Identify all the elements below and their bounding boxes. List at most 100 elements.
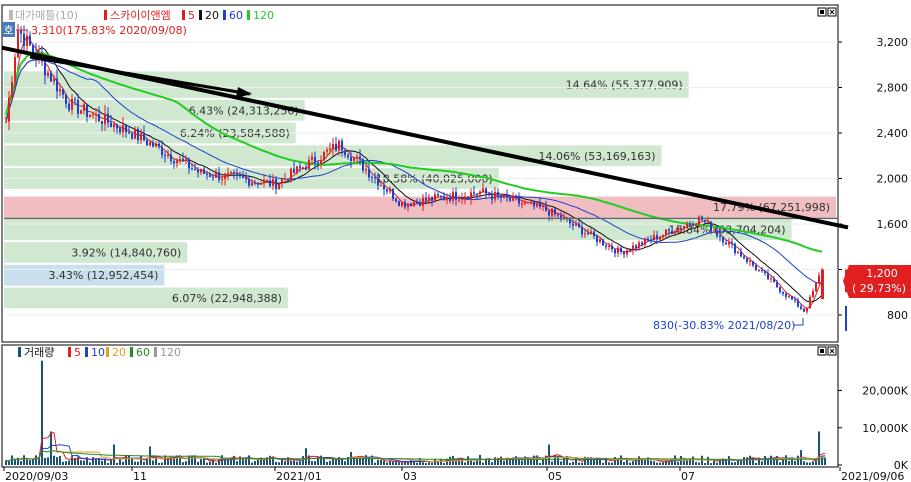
candle-body [671, 230, 673, 234]
volume-legend-ma5: 5 [74, 346, 81, 359]
candle-body [230, 172, 232, 174]
candle-body [683, 226, 685, 229]
candle-body [707, 221, 709, 223]
volume-bar [5, 460, 7, 465]
candle-body [569, 219, 571, 224]
candle-body [74, 98, 76, 100]
volume-bar [686, 460, 688, 465]
volume-profile: 14.64% (55,377,909)6.43% (24,313,256)6.2… [4, 71, 836, 309]
volume-bar [593, 459, 595, 465]
candle-body [215, 172, 217, 178]
candle-body [590, 231, 592, 235]
candle-body [473, 192, 475, 194]
volume-bar [386, 462, 388, 465]
candle-body [20, 30, 22, 34]
candle-body [62, 89, 64, 95]
candle-body [491, 195, 493, 200]
volume-bar [200, 459, 202, 465]
volume-bar [731, 462, 733, 465]
volume-bar [98, 458, 100, 465]
candle-body [512, 196, 514, 201]
candle-body [266, 180, 268, 182]
candle-body [275, 178, 277, 190]
price-panel-maximize-button[interactable] [817, 7, 827, 17]
candle-body [794, 299, 796, 301]
volume-bar [653, 461, 655, 465]
candle-body [404, 202, 406, 208]
volume-bar [71, 456, 73, 465]
candle-body [56, 78, 58, 92]
volume-bar [257, 459, 259, 465]
price-panel-close-button[interactable] [827, 7, 837, 17]
volume-bars [5, 360, 826, 465]
candle-body [662, 234, 664, 237]
candle-body [257, 182, 259, 185]
volume-bar [623, 462, 625, 465]
candle-body [752, 261, 754, 266]
candle-body [533, 201, 535, 207]
volume-bar [578, 462, 580, 465]
candle-body [416, 201, 418, 203]
candle-body [725, 242, 727, 245]
volume-bar [23, 455, 25, 465]
volume-legend-title: 거래량 [24, 346, 54, 359]
volume-bar [89, 462, 91, 465]
date-axis-label: 05 [548, 470, 562, 482]
volume-bar [755, 462, 757, 465]
candle-body [461, 198, 463, 200]
volume-bar [182, 462, 184, 465]
candle-body [422, 197, 424, 206]
candle-body [530, 201, 532, 203]
candle-body [593, 231, 595, 237]
candle-body [173, 160, 175, 164]
candle-body [116, 124, 118, 129]
candle-body [779, 287, 781, 292]
candle-body [383, 185, 385, 190]
candle-body [509, 197, 511, 201]
candle-body [674, 231, 676, 234]
candle-body [389, 188, 391, 192]
price-axis-label: 800 [887, 309, 908, 322]
candle-body [584, 233, 586, 235]
volume-panel-maximize-button[interactable] [817, 346, 827, 356]
candle-body [365, 169, 367, 171]
candle-body [467, 196, 469, 199]
volume-bar [794, 460, 796, 465]
volume-bar [137, 461, 139, 465]
candle-body [236, 173, 238, 175]
candle-body [107, 113, 109, 123]
volume-bar [677, 461, 679, 465]
volume-bar [698, 462, 700, 465]
volume-bar [164, 455, 166, 465]
candle-body [248, 179, 250, 186]
candle-body [755, 265, 757, 270]
volume-legend: 거래량 5 10 20 60 120 [18, 346, 181, 359]
candle-body [644, 238, 646, 245]
volume-legend-ma10: 10 [91, 346, 105, 359]
volume-bar [515, 456, 517, 465]
volume-bar [131, 458, 133, 465]
candle-body [596, 236, 598, 243]
candle-body [407, 203, 409, 208]
date-axis-label: 11 [133, 470, 147, 482]
price-axis-label: 2,800 [877, 82, 909, 95]
candle-body [740, 251, 742, 257]
candle-body [167, 154, 169, 156]
volume-bar [215, 462, 217, 465]
volume-bar [425, 463, 427, 465]
date-axis-label: 07 [681, 470, 695, 482]
candle-body [302, 167, 304, 169]
volume-bar [389, 460, 391, 465]
price-legend-title: 대가매틀(10) [15, 9, 78, 22]
volume-bar [803, 461, 805, 465]
volume-bar [539, 462, 541, 465]
volume-panel-close-button[interactable] [827, 346, 837, 356]
candle-body [653, 235, 655, 241]
candle-body [734, 243, 736, 254]
candle-body [5, 121, 7, 123]
candle-body [722, 237, 724, 243]
volume-bar [416, 462, 418, 465]
volume-bar [740, 460, 742, 465]
candle-body [176, 160, 178, 164]
candle-body [818, 275, 820, 283]
